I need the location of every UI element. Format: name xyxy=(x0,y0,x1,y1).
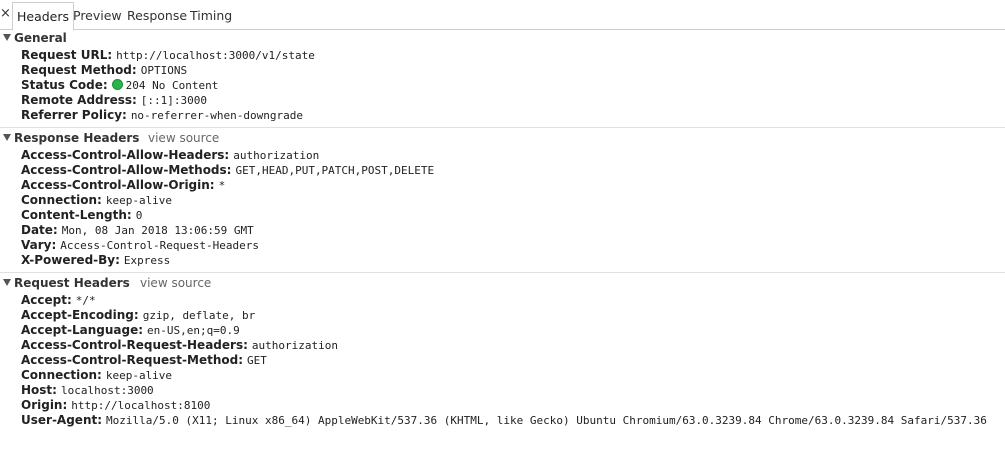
header-value: gzip, deflate, br xyxy=(142,309,256,322)
section-divider xyxy=(0,127,1005,128)
header-value: * xyxy=(218,179,226,192)
request-headers-section-toggle[interactable]: Request Headers xyxy=(3,276,130,291)
response-header-row: Content-Length: 0 xyxy=(21,208,142,223)
expand-triangle-icon xyxy=(3,279,11,286)
general-request-url-row: Request URL: http://localhost:3000/v1/sta… xyxy=(21,48,315,63)
general-section-title: General xyxy=(14,31,67,45)
header-value: authorization xyxy=(233,149,320,162)
header-value: Access-Control-Request-Headers xyxy=(60,239,259,252)
header-key: Date: xyxy=(21,223,58,237)
header-key: Access-Control-Request-Method: xyxy=(21,353,244,367)
header-value: 204 No Content xyxy=(125,79,219,92)
header-value: [::1]:3000 xyxy=(140,94,208,107)
header-value: GET,HEAD,PUT,PATCH,POST,DELETE xyxy=(235,164,435,177)
tab-headers[interactable]: Headers xyxy=(12,2,75,31)
response-headers-section-title: Response Headers xyxy=(14,131,140,145)
request-header-row: Host: localhost:3000 xyxy=(21,383,154,398)
tab-response[interactable]: Response xyxy=(127,2,187,29)
header-value: keep-alive xyxy=(105,369,173,382)
header-key: Accept-Encoding: xyxy=(21,308,139,322)
header-value: en-US,en;q=0.9 xyxy=(147,324,240,337)
general-referrer-policy-row: Referrer Policy: no-referrer-when-downgra… xyxy=(21,108,303,123)
response-headers-view-source-link[interactable]: view source xyxy=(148,131,219,146)
general-section-toggle[interactable]: General xyxy=(3,31,67,46)
request-header-row: Access-Control-Request-Method: GET xyxy=(21,353,267,368)
header-value: */* xyxy=(75,294,96,307)
header-key: Connection: xyxy=(21,368,102,382)
header-key: Content-Length: xyxy=(21,208,132,222)
header-value: http://localhost:3000/v1/state xyxy=(116,49,315,62)
tab-timing[interactable]: Timing xyxy=(190,2,232,29)
tab-preview[interactable]: Preview xyxy=(73,2,122,29)
header-key: Remote Address: xyxy=(21,93,137,107)
header-key: Vary: xyxy=(21,238,57,252)
general-status-code-row: Status Code: 204 No Content xyxy=(21,78,218,93)
header-key: User-Agent: xyxy=(21,413,103,427)
request-header-row: Origin: http://localhost:8100 xyxy=(21,398,210,413)
header-key: Connection: xyxy=(21,193,102,207)
header-value: Express xyxy=(123,254,171,267)
header-value: Mozilla/5.0 (X11; Linux x86_64) AppleWeb… xyxy=(106,414,987,427)
general-request-method-row: Request Method: OPTIONS xyxy=(21,63,187,78)
header-key: Request URL: xyxy=(21,48,113,62)
header-key: Request Method: xyxy=(21,63,137,77)
response-header-row: Connection: keep-alive xyxy=(21,193,172,208)
request-headers-view-source-link[interactable]: view source xyxy=(140,276,211,291)
response-header-row: Date: Mon, 08 Jan 2018 13:06:59 GMT xyxy=(21,223,254,238)
header-value: GET xyxy=(247,354,267,367)
response-headers-section-toggle[interactable]: Response Headers xyxy=(3,131,139,146)
header-value: http://localhost:8100 xyxy=(71,399,211,412)
header-key: Access-Control-Allow-Origin: xyxy=(21,178,215,192)
response-header-row: Access-Control-Allow-Origin: * xyxy=(21,178,225,193)
header-value: no-referrer-when-downgrade xyxy=(130,109,303,122)
response-header-row: Access-Control-Allow-Methods: GET,HEAD,PU… xyxy=(21,163,434,178)
header-value: Mon, 08 Jan 2018 13:06:59 GMT xyxy=(61,224,254,237)
section-divider xyxy=(0,272,1005,273)
header-key: Referrer Policy: xyxy=(21,108,127,122)
response-header-row: Access-Control-Allow-Headers: authorizati… xyxy=(21,148,319,163)
status-ok-icon xyxy=(111,79,123,90)
request-header-row: Accept-Encoding: gzip, deflate, br xyxy=(21,308,255,323)
panel-tab-bar: × Headers Preview Response Timing xyxy=(0,0,1005,31)
close-icon[interactable]: × xyxy=(0,6,11,22)
header-key: Accept-Language: xyxy=(21,323,144,337)
response-header-row: Vary: Access-Control-Request-Headers xyxy=(21,238,259,253)
request-headers-section-title: Request Headers xyxy=(14,276,130,290)
header-key: Status Code: xyxy=(21,78,108,92)
header-value: keep-alive xyxy=(105,194,173,207)
header-value: authorization xyxy=(251,339,338,352)
header-key: X-Powered-By: xyxy=(21,253,120,267)
header-key: Access-Control-Allow-Headers: xyxy=(21,148,230,162)
request-header-row: Access-Control-Request-Headers: authoriza… xyxy=(21,338,338,353)
request-header-row: Accept-Language: en-US,en;q=0.9 xyxy=(21,323,240,338)
general-remote-address-row: Remote Address: [::1]:3000 xyxy=(21,93,207,108)
header-key: Host: xyxy=(21,383,57,397)
header-value: 0 xyxy=(135,209,143,222)
header-key: Accept: xyxy=(21,293,72,307)
header-value: localhost:3000 xyxy=(60,384,154,397)
request-header-row: Accept: */* xyxy=(21,293,96,308)
response-header-row: X-Powered-By: Express xyxy=(21,253,170,268)
request-header-row: User-Agent: Mozilla/5.0 (X11; Linux x86_6… xyxy=(21,413,987,428)
header-value: OPTIONS xyxy=(140,64,188,77)
expand-triangle-icon xyxy=(3,34,11,41)
request-header-row: Connection: keep-alive xyxy=(21,368,172,383)
header-key: Access-Control-Allow-Methods: xyxy=(21,163,232,177)
header-key: Access-Control-Request-Headers: xyxy=(21,338,248,352)
header-key: Origin: xyxy=(21,398,68,412)
expand-triangle-icon xyxy=(3,134,11,141)
